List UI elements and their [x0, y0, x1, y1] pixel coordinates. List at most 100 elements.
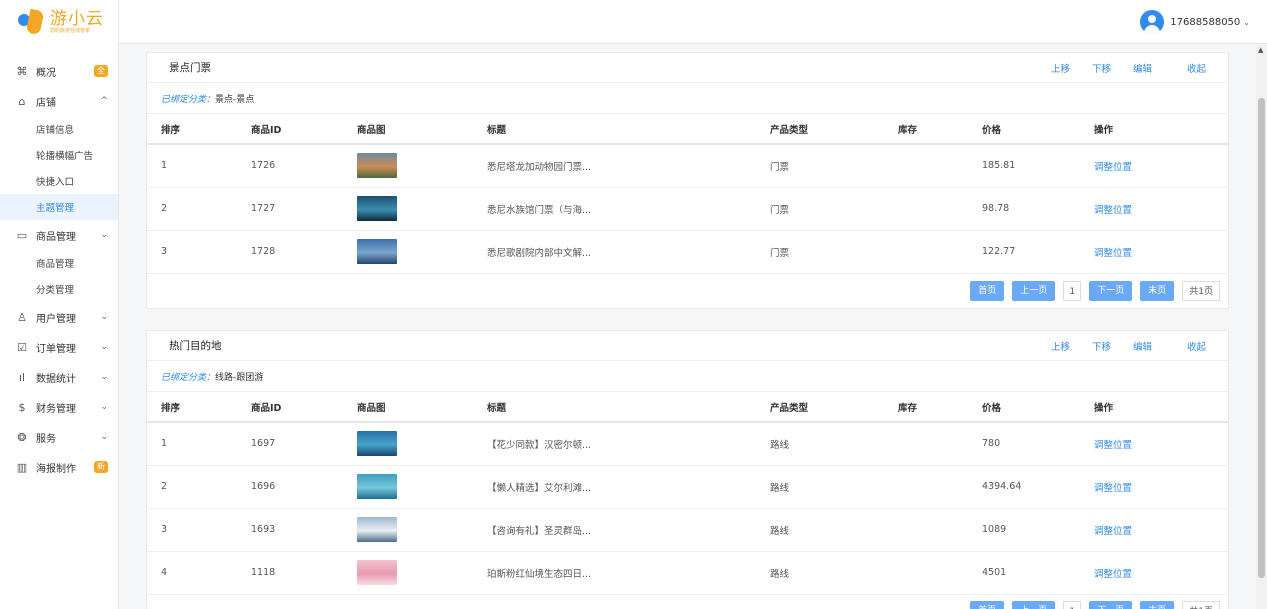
cell-stock	[884, 422, 968, 466]
move-down-button[interactable]: 下移	[1092, 339, 1111, 353]
next-page-button[interactable]: 下一页	[1089, 281, 1133, 301]
chevron-icon[interactable]: ⌄	[100, 230, 108, 240]
bound-category: 已绑定分类： 线路-跟团游	[147, 361, 1228, 392]
collapse-button[interactable]: 收起	[1187, 61, 1206, 75]
cell-title: 珀斯粉红仙境生态四日...	[473, 551, 756, 595]
brand-title: 游小云	[50, 9, 104, 29]
sidebar-menu: ⌘ 概况 全 ⌂ 店铺 ^ 店铺信息 轮播横幅广告 快捷入口 主题管理 ▭ 商品管理 ⌄ 商品管理 分类管理…	[0, 56, 118, 482]
panel-header: 热门目的地 上移 下移 编辑 收起	[147, 331, 1228, 361]
sidebar-subitem[interactable]: 快捷入口	[0, 168, 118, 194]
chevron-icon[interactable]: ⌄	[100, 432, 108, 442]
sidebar-item[interactable]: ▥ 海报制作 新	[0, 452, 118, 482]
cell-image	[343, 508, 473, 552]
adjust-position-link[interactable]: 调整位置	[1080, 187, 1228, 231]
edit-button[interactable]: 编辑	[1133, 339, 1152, 353]
last-page-button[interactable]: 末页	[1140, 281, 1175, 301]
user-menu[interactable]: 17688588050 ⌄	[1140, 10, 1250, 34]
product-thumbnail	[357, 431, 397, 457]
table-row: 2 1727 悉尼水族馆门票（与海... 门票 98.78 调整位置	[147, 187, 1228, 231]
product-thumbnail	[357, 474, 397, 499]
panel-title: 热门目的地	[169, 340, 222, 352]
chevron-down-icon[interactable]: ⌄	[1243, 18, 1250, 27]
chevron-icon[interactable]: ⌄	[100, 312, 108, 322]
edit-button[interactable]: 编辑	[1133, 61, 1152, 75]
prev-page-button[interactable]: 上一页	[1012, 601, 1056, 609]
cell-type: 路线	[756, 422, 884, 466]
cell-product-id: 1693	[237, 508, 343, 552]
move-up-button[interactable]: 上移	[1051, 339, 1070, 353]
scroll-up-icon[interactable]: ▲	[1258, 46, 1263, 54]
table-header-cell: 操作	[1080, 114, 1228, 145]
cell-stock	[884, 551, 968, 595]
chevron-icon[interactable]: ⌄	[100, 402, 108, 412]
panel-header: 景点门票 上移 下移 编辑 收起	[147, 53, 1228, 83]
sidebar-subitem[interactable]: 分类管理	[0, 276, 118, 302]
sidebar-item[interactable]: ▭ 商品管理 ⌄	[0, 220, 118, 250]
first-page-button[interactable]: 首页	[970, 601, 1005, 609]
brand-logo[interactable]: 游小云 您的旅游在线管家	[0, 0, 118, 44]
prev-page-button[interactable]: 上一页	[1012, 281, 1056, 301]
adjust-position-link[interactable]: 调整位置	[1080, 144, 1228, 188]
move-up-button[interactable]: 上移	[1051, 61, 1070, 75]
sidebar-subitem[interactable]: 店铺信息	[0, 116, 118, 142]
sidebar-item-label: 服务	[36, 433, 56, 445]
stats-icon: ıl	[18, 370, 26, 384]
finance-icon: $	[18, 400, 26, 414]
current-page[interactable]: 1	[1063, 601, 1082, 609]
table-header-cell: 价格	[968, 114, 1080, 145]
sidebar-item[interactable]: $ 财务管理 ⌄	[0, 392, 118, 422]
cell-image	[343, 422, 473, 466]
sidebar-subitem[interactable]: 商品管理	[0, 250, 118, 276]
bound-category-label: 已绑定分类：	[161, 94, 216, 105]
sidebar-badge: 新	[94, 461, 108, 473]
cell-title: 【咨询有礼】圣灵群岛...	[473, 508, 756, 552]
chevron-icon[interactable]: ^	[100, 96, 108, 106]
cell-image	[343, 187, 473, 231]
sidebar-item[interactable]: ıl 数据统计 ⌄	[0, 362, 118, 392]
total-pages: 共1页	[1182, 281, 1220, 301]
chevron-icon[interactable]: ⌄	[100, 372, 108, 382]
cell-title: 【懒人精选】艾尔利滩...	[473, 465, 756, 509]
sidebar-item[interactable]: ⌘ 概况 全	[0, 56, 118, 86]
user-phone[interactable]: 17688588050	[1170, 17, 1240, 28]
sidebar-badge: 全	[94, 65, 108, 77]
scrollbar[interactable]: ▲	[1256, 44, 1267, 609]
adjust-position-link[interactable]: 调整位置	[1080, 465, 1228, 509]
avatar-icon[interactable]	[1140, 10, 1165, 34]
product-thumbnail	[357, 239, 397, 264]
adjust-position-link[interactable]: 调整位置	[1080, 230, 1228, 274]
adjust-position-link[interactable]: 调整位置	[1080, 422, 1228, 466]
pagination: 首页上一页 1 下一页末页共1页	[962, 281, 1220, 301]
sidebar-item[interactable]: ♙ 用户管理 ⌄	[0, 302, 118, 332]
bound-category-value: 线路-跟团游	[215, 372, 264, 383]
cell-price: 1089	[968, 508, 1080, 552]
map-icon: ▥	[16, 460, 28, 474]
last-page-button[interactable]: 末页	[1140, 601, 1175, 609]
sidebar-subitem[interactable]: 主题管理	[0, 194, 118, 220]
adjust-position-link[interactable]: 调整位置	[1080, 508, 1228, 552]
first-page-button[interactable]: 首页	[970, 281, 1005, 301]
cell-order: 4	[147, 551, 237, 595]
cell-order: 1	[147, 422, 237, 466]
collapse-button[interactable]: 收起	[1187, 339, 1206, 353]
sidebar-item[interactable]: ☑ 订单管理 ⌄	[0, 332, 118, 362]
sidebar-item[interactable]: ❂ 服务 ⌄	[0, 422, 118, 452]
table-row: 4 1118 珀斯粉红仙境生态四日... 路线 4501 调整位置	[147, 551, 1228, 595]
adjust-position-link[interactable]: 调整位置	[1080, 551, 1228, 595]
theme-panel-tickets: 景点门票 上移 下移 编辑 收起 已绑定分类： 景点-景点 排序 商品ID 商品图 标题 产品类型 库存…	[146, 52, 1229, 309]
product-table: 排序 商品ID 商品图 标题 产品类型 库存 价格 操作 1 1697 【花少同款】汉密尔顿... 路…	[147, 392, 1228, 595]
sidebar-item[interactable]: ⌂ 店铺 ^	[0, 86, 118, 116]
scrollbar-thumb[interactable]	[1258, 98, 1265, 578]
cell-stock	[884, 508, 968, 552]
chevron-icon[interactable]: ⌄	[100, 342, 108, 352]
current-page[interactable]: 1	[1063, 281, 1082, 301]
table-header-cell: 产品类型	[756, 392, 884, 423]
sidebar-subitem[interactable]: 轮播横幅广告	[0, 142, 118, 168]
table-header-cell: 价格	[968, 392, 1080, 423]
cell-stock	[884, 187, 968, 231]
move-down-button[interactable]: 下移	[1092, 61, 1111, 75]
sidebar: 游小云 您的旅游在线管家 ⌘ 概况全 ⌂ 店铺 ^ 店铺信息 轮播横幅广告 快捷入口 主题管理 ▭…	[0, 0, 119, 609]
sidebar-item-label: 订单管理	[36, 343, 76, 355]
next-page-button[interactable]: 下一页	[1089, 601, 1133, 609]
cell-product-id: 1696	[237, 465, 343, 509]
